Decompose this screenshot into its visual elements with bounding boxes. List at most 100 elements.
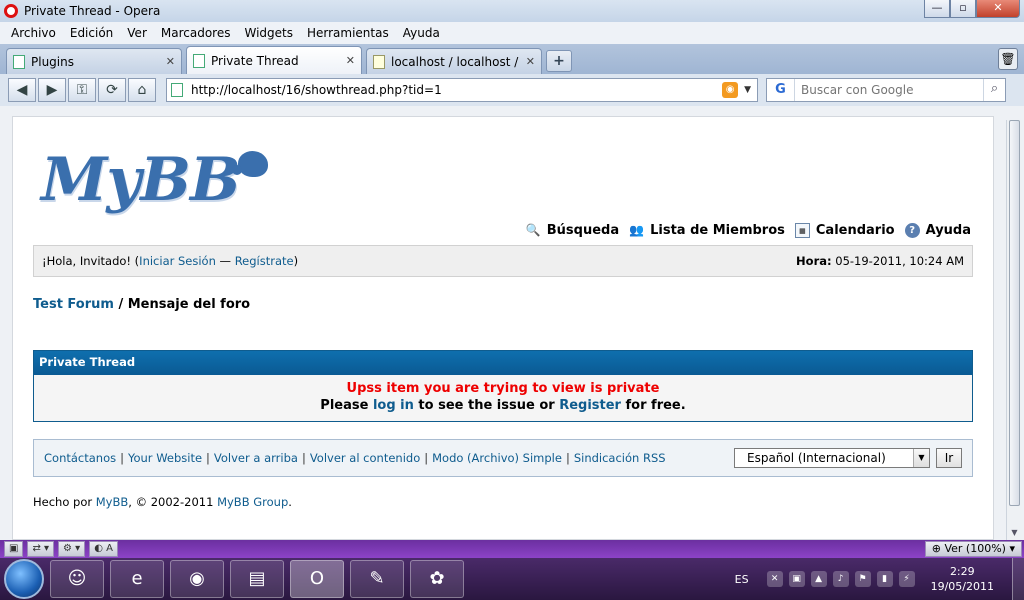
- separator: |: [424, 451, 429, 465]
- close-paren: ): [293, 254, 299, 268]
- close-window-button[interactable]: ✕: [976, 0, 1020, 18]
- tab-close-icon[interactable]: ✕: [526, 55, 535, 68]
- tab-close-icon[interactable]: ✕: [346, 54, 355, 67]
- menu-widgets[interactable]: Widgets: [237, 26, 300, 40]
- turbo-icon[interactable]: ⚙ ▾: [58, 541, 86, 557]
- opera-logo-icon: [4, 4, 18, 18]
- search-input[interactable]: [795, 83, 983, 97]
- show-desktop-button[interactable]: [1012, 558, 1024, 600]
- menu-marcadores[interactable]: Marcadores: [154, 26, 238, 40]
- language-select[interactable]: Español (Internacional) ▼: [734, 448, 930, 468]
- rss-feed-icon[interactable]: ◉: [722, 82, 739, 98]
- tab-label: Private Thread: [211, 53, 299, 68]
- footer-link-contactanos[interactable]: Contáctanos: [44, 451, 116, 465]
- link-ayuda[interactable]: ? Ayuda: [904, 223, 971, 238]
- breadcrumb-separator: /: [113, 297, 128, 312]
- google-icon[interactable]: G: [767, 79, 795, 101]
- forward-button[interactable]: ▶: [38, 78, 66, 102]
- link-calendario[interactable]: ▦ Calendario: [794, 223, 895, 238]
- error-message: Upss item you are trying to view is priv…: [346, 381, 660, 396]
- maximize-button[interactable]: ▫: [950, 0, 976, 18]
- language-go-button[interactable]: Ir: [936, 448, 962, 468]
- network-monitor-icon[interactable]: ▣: [788, 571, 805, 587]
- signal-icon[interactable]: ▮: [876, 571, 893, 587]
- link-busqueda[interactable]: 🔍 Búsqueda: [526, 223, 619, 238]
- footer-link-modo-simple[interactable]: Modo (Archivo) Simple: [432, 451, 562, 465]
- file-explorer-icon[interactable]: ▤: [230, 560, 284, 598]
- internet-explorer-icon[interactable]: e: [110, 560, 164, 598]
- footer-link-volver-contenido[interactable]: Volver al contenido: [310, 451, 420, 465]
- minimize-button[interactable]: —: [924, 0, 950, 18]
- tab-localhost[interactable]: localhost / localhost / ... ✕: [366, 48, 542, 74]
- start-button[interactable]: [4, 559, 44, 599]
- windows-taskbar: ☺ e ◉ ▤ O ✎ ✿ ES ✕ ▣ ▲ ♪ ⚑ ▮ ⚡ 2:29 19/0…: [0, 558, 1024, 600]
- mybb-group-link[interactable]: MyBB Group: [217, 495, 288, 509]
- clock[interactable]: 2:29 19/05/2011: [931, 564, 994, 594]
- tab-private-thread[interactable]: Private Thread ✕: [186, 46, 362, 74]
- menu-ver[interactable]: Ver: [120, 26, 154, 40]
- phpmyadmin-icon: [373, 54, 385, 69]
- sync-icon[interactable]: ⇄ ▾: [27, 541, 55, 557]
- footer-link-volver-arriba[interactable]: Volver a arriba: [214, 451, 298, 465]
- wand-key-icon[interactable]: ⚿: [68, 78, 96, 102]
- menu-archivo[interactable]: Archivo: [4, 26, 63, 40]
- separator: |: [206, 451, 210, 465]
- input-language[interactable]: ES: [735, 573, 749, 586]
- notice-register-link[interactable]: Register: [559, 398, 621, 413]
- notice-login-link[interactable]: log in: [373, 398, 414, 413]
- login-prompt: Please log in to see the issue or Regist…: [34, 398, 972, 413]
- footer-link-rss[interactable]: Sindicación RSS: [574, 451, 666, 465]
- link-label: Ayuda: [925, 223, 971, 238]
- mybb-page: MyBB 🔍 Búsqueda 👥 Lista de Miembros ▦ Ca…: [12, 116, 994, 540]
- login-link[interactable]: Iniciar Sesión: [139, 254, 216, 268]
- trash-icon[interactable]: 🗑: [998, 48, 1018, 70]
- tab-plugins[interactable]: Plugins ✕: [6, 48, 182, 74]
- search-icon[interactable]: ⌕: [983, 79, 1005, 101]
- window-title: Private Thread - Opera: [24, 4, 161, 18]
- members-icon: 👥: [629, 223, 645, 237]
- copyright-text: .: [288, 495, 292, 509]
- paint-icon[interactable]: ✿: [410, 560, 464, 598]
- breadcrumb-forum-link[interactable]: Test Forum: [33, 297, 114, 312]
- scrollbar-thumb[interactable]: [1009, 120, 1020, 506]
- footer-link-your-website[interactable]: Your Website: [128, 451, 202, 465]
- notice-body: Upss item you are trying to view is priv…: [34, 375, 972, 413]
- mybb-logo[interactable]: MyBB: [41, 145, 241, 215]
- welcome-panel: ¡Hola, Invitado! (Iniciar Sesión — Regís…: [33, 245, 973, 277]
- panel-toggle-icon[interactable]: ▣: [4, 541, 24, 557]
- help-icon: ?: [904, 223, 920, 238]
- flag-icon[interactable]: ⚑: [854, 571, 871, 587]
- url-input[interactable]: [191, 83, 723, 97]
- link-lista-de-miembros[interactable]: 👥 Lista de Miembros: [629, 223, 785, 238]
- antivirus-icon[interactable]: ▲: [810, 571, 827, 587]
- power-icon[interactable]: ⚡: [898, 571, 915, 587]
- menu-edicion[interactable]: Edición: [63, 26, 120, 40]
- menu-herramientas[interactable]: Herramientas: [300, 26, 396, 40]
- vertical-scrollbar[interactable]: ▲ ▼: [1006, 120, 1022, 540]
- notepad-icon[interactable]: ✎: [350, 560, 404, 598]
- volume-icon[interactable]: ♪: [832, 571, 849, 587]
- footer-bar: Contáctanos | Your Website | Volver a arriba…: [33, 439, 973, 477]
- messenger-icon[interactable]: ☺: [50, 560, 104, 598]
- mybb-link[interactable]: MyBB: [96, 495, 129, 509]
- firefox-icon[interactable]: ◉: [170, 560, 224, 598]
- search-icon: 🔍: [525, 223, 541, 237]
- tab-close-icon[interactable]: ✕: [166, 55, 175, 68]
- new-tab-button[interactable]: +: [546, 50, 572, 72]
- images-toggle-icon[interactable]: ◐ A: [89, 541, 118, 557]
- register-link[interactable]: Regístrate: [235, 254, 294, 268]
- time-value: 05-19-2011, 10:24 AM: [831, 254, 964, 268]
- xampp-icon[interactable]: ✕: [766, 571, 783, 587]
- calendar-icon: ▦: [794, 223, 810, 238]
- reload-button[interactable]: ⟳: [98, 78, 126, 102]
- scroll-down-icon[interactable]: ▼: [1007, 528, 1022, 540]
- back-button[interactable]: ◀: [8, 78, 36, 102]
- page-icon: [193, 53, 205, 68]
- zoom-control[interactable]: ⊕ Ver (100%) ▾: [924, 541, 1022, 557]
- chevron-down-icon[interactable]: ▼: [744, 85, 751, 95]
- opera-icon[interactable]: O: [290, 560, 344, 598]
- server-time: Hora: 05-19-2011, 10:24 AM: [796, 254, 964, 268]
- menu-ayuda[interactable]: Ayuda: [396, 26, 447, 40]
- page-viewport: MyBB 🔍 Búsqueda 👥 Lista de Miembros ▦ Ca…: [0, 106, 1024, 540]
- home-button[interactable]: ⌂: [128, 78, 156, 102]
